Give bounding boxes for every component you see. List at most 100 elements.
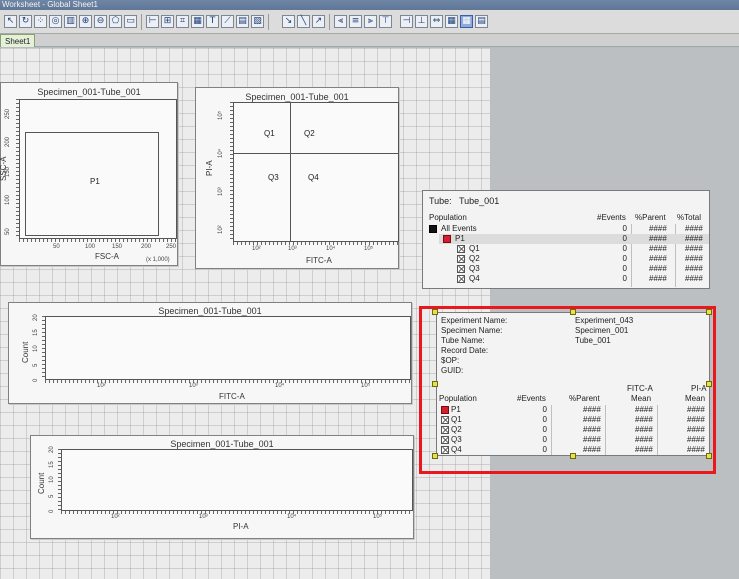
row-total: #### [685,224,703,233]
tube-label: Tube: [429,196,452,206]
x-tick: 10⁴ [275,383,285,389]
polygon-gate-icon[interactable]: ⬠ [109,15,122,28]
page-break-icon[interactable]: ▤ [475,15,488,28]
quadrant-label-q1: Q1 [264,129,275,138]
row-parent: #### [649,264,667,273]
x-axis-label: FITC-A [306,256,332,265]
histogram-icon[interactable]: ▥ [64,15,77,28]
population-hierarchy[interactable]: Tube: Tube_001 Population #Events %Paren… [422,190,710,289]
hierarchy-row[interactable]: Q1 0 #### #### [423,244,711,254]
y-axis-label: Count [21,341,30,363]
x-tick: 10³ [288,246,297,252]
row-name: Q3 [469,264,480,273]
snap-gate-icon[interactable]: ⌗ [176,15,189,28]
plot-area[interactable] [45,316,411,380]
dot-plot-icon[interactable]: ⁘ [34,15,47,28]
align-center-icon[interactable]: ≡ [349,15,362,28]
hierarchy-row[interactable]: P1 0 #### #### [439,234,709,244]
line-draw-icon[interactable]: ╲ [297,15,310,28]
auto-gate-icon[interactable]: ▦ [191,15,204,28]
y-tick: 10 [49,476,55,483]
hierarchy-row[interactable]: Q3 0 #### #### [423,264,711,274]
rectangle-gate-icon[interactable]: ▭ [124,15,137,28]
row-total: #### [685,274,703,283]
x-tick: 250 [166,244,177,250]
row-events: 0 [622,224,627,233]
worksheet-canvas[interactable]: Specimen_001-Tube_001 P1 50 100 150 200 … [0,48,739,579]
contour-plot-icon[interactable]: ◎ [49,15,62,28]
sheet-tabs: Sheet1 [0,34,739,47]
zoom-in-icon[interactable]: ⊕ [79,15,92,28]
plot-area[interactable] [61,449,413,511]
x-tick: 100 [85,244,96,250]
quadrant-label-q3: Q3 [268,173,279,182]
quadrant-label-q4: Q4 [308,173,319,182]
y-tick: 10 [33,345,39,352]
align-top-icon[interactable]: ⊤ [379,15,392,28]
row-parent: #### [649,254,667,263]
x-tick: 10² [252,246,261,252]
row-total: #### [685,254,703,263]
toolbar: ↖ ↻ ⁘ ◎ ▥ ⊕ ⊖ ⬠ ▭ ⊢ ⊞ ⌗ ▦ T ⟋ ▤ ▧ ↘ ╲ ↗ … [0,10,739,34]
arrow-tool-icon[interactable]: ↘ [282,15,295,28]
x-axis-label: FITC-A [219,392,245,401]
tab-sheet1[interactable]: Sheet1 [0,34,36,47]
x-tick: 10⁴ [287,514,297,520]
hierarchy-row[interactable]: Q2 0 #### #### [423,254,711,264]
plot-area[interactable]: Q1 Q2 Q3 Q4 [233,102,399,242]
align-left-icon[interactable]: ⫷ [334,15,347,28]
y-tick: 15 [49,461,55,468]
rotate-icon[interactable]: ↻ [19,15,32,28]
y-tick: 0 [33,378,39,382]
distribute-icon[interactable]: ⇔ [430,15,443,28]
row-events: 0 [622,264,627,273]
q1-gate-icon [457,245,465,253]
y-axis-label: PI-A [205,160,214,176]
show-grid-icon[interactable]: ▦ [460,15,473,28]
hierarchy-row[interactable]: All Events 0 #### #### [423,224,711,234]
row-parent: #### [649,234,667,243]
hierarchy-header: Population #Events %Parent %Total [423,213,711,223]
line-tool-icon[interactable]: ⟋ [221,15,234,28]
y-tick: 20 [33,314,39,321]
y-axis-label: SSC-A [0,156,8,181]
interval-gate-icon[interactable]: ⊢ [146,15,159,28]
align-middle-icon[interactable]: ⊣ [400,15,413,28]
y-tick: 50 [5,228,11,235]
row-events: 0 [622,254,627,263]
plot-area[interactable]: P1 [19,99,177,239]
arrow-draw-icon[interactable]: ↗ [312,15,325,28]
dot-plot-fsc-ssc[interactable]: Specimen_001-Tube_001 P1 50 100 150 200 … [0,82,178,266]
zoom-out-icon[interactable]: ⊖ [94,15,107,28]
header-parent: %Parent [635,213,666,222]
quadrant-divider-v[interactable] [290,103,291,241]
y-tick: 10³ [218,187,224,196]
row-total: #### [685,234,703,243]
row-name: All Events [441,224,477,233]
x-axis-label: FSC-A [95,252,119,261]
dot-plot-fitc-pi[interactable]: Specimen_001-Tube_001 Q1 Q2 Q3 Q4 10² 10… [195,87,399,269]
align-bottom-icon[interactable]: ⊥ [415,15,428,28]
x-tick: 10³ [199,514,208,520]
grid-icon[interactable]: ▦ [445,15,458,28]
quadrant-gate-icon[interactable]: ⊞ [161,15,174,28]
pointer-icon[interactable]: ↖ [4,15,17,28]
gate-p1[interactable]: P1 [25,132,159,236]
quadrant-divider-h[interactable] [234,153,398,154]
y-tick: 15 [33,329,39,336]
x-tick: 10² [97,383,106,389]
text-tool-icon[interactable]: T [206,15,219,28]
row-name: P1 [455,234,465,243]
x-axis-scale: (x 1,000) [146,257,170,263]
histogram-pi[interactable]: Specimen_001-Tube_001 10² 10³ 10⁴ 10⁵ PI… [30,435,414,539]
histogram-fitc[interactable]: Specimen_001-Tube_001 10² 10³ 10⁴ 10⁵ FI… [8,302,412,404]
hierarchy-row[interactable]: Q4 0 #### #### [423,274,711,284]
gate-label-p1: P1 [90,177,100,186]
grid-tool-icon[interactable]: ▤ [236,15,249,28]
row-name: Q2 [469,254,480,263]
arrange-tool-icon[interactable]: ▧ [251,15,264,28]
q4-gate-icon [457,275,465,283]
q3-gate-icon [457,265,465,273]
align-right-icon[interactable]: ⫸ [364,15,377,28]
x-tick: 50 [53,244,60,250]
